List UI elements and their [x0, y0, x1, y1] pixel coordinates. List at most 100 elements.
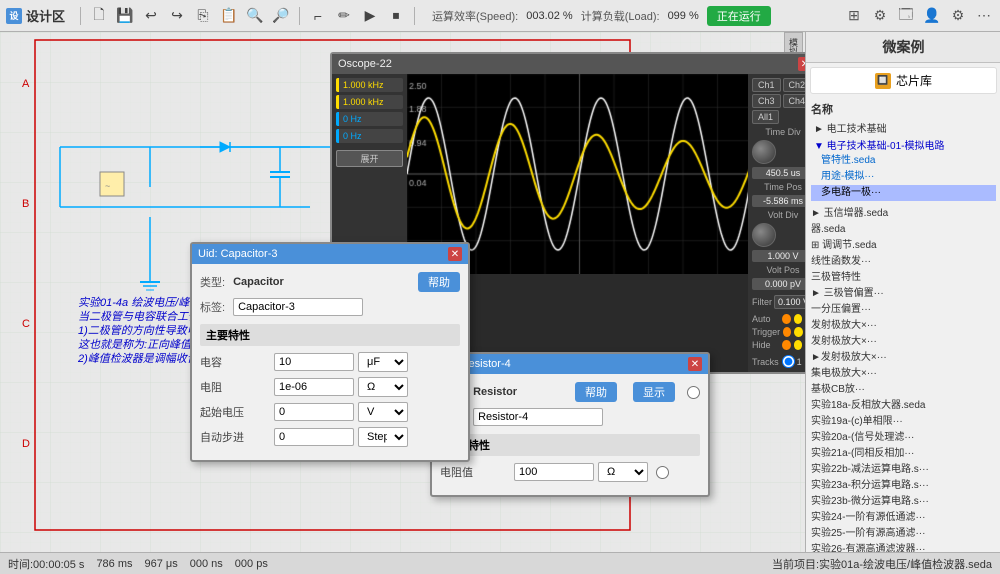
res-resistance-input[interactable] [514, 463, 594, 481]
auto-dot2[interactable] [794, 314, 803, 324]
cap-resistance-unit[interactable]: Ω [358, 377, 408, 397]
run-btn[interactable]: ▶ [359, 5, 381, 27]
mc-item-18[interactable]: 实验23b-微分运算电路.s··· [808, 494, 999, 510]
mc-item-11[interactable]: 基极CB放··· [808, 382, 999, 398]
res-resistance-unit[interactable]: Ω [598, 462, 648, 482]
new-btn[interactable]: 🗋 [88, 5, 110, 27]
running-btn[interactable]: 正在运行 [707, 6, 771, 26]
volt-div-knob[interactable] [752, 223, 776, 247]
mc-list-area: ► 玉信增器.seda 器.seda ⊞ 调调节.seda 线性函数发··· 三… [806, 204, 1000, 552]
ch4-display: 0 Hz [336, 129, 403, 143]
ch3-display: 0 Hz [336, 112, 403, 126]
mc-item-4[interactable]: 三极管特性 [808, 270, 999, 286]
gear-icon-btn[interactable]: ⚙ [948, 6, 968, 26]
stop-btn[interactable]: ⏹ [385, 5, 407, 27]
res-help-btn[interactable]: 帮助 [575, 382, 617, 402]
more-icon-btn[interactable]: ⋯ [974, 6, 994, 26]
auto-row: Auto [752, 314, 805, 324]
chip-lib-icon: 🔲 [875, 73, 891, 89]
auto-dot1[interactable] [782, 314, 791, 324]
cap-dialog-titlebar[interactable]: Uid: Capacitor-3 ✕ [192, 244, 468, 264]
all1-tab[interactable]: All1 [752, 110, 779, 124]
speed-value: 003.02 % [526, 10, 572, 22]
statusbar-time: 时间:00:00:05 s [8, 556, 84, 572]
redo-btn[interactable]: ↪ [166, 5, 188, 27]
res-display-radio[interactable] [687, 386, 700, 399]
mc-tree-analog[interactable]: ▼ 电子技术基础-01-模拟电路 [811, 136, 996, 153]
trigger-row: Trigger [752, 327, 805, 337]
trigger-dot2[interactable] [794, 327, 802, 337]
cap-dialog-close[interactable]: ✕ [448, 247, 462, 261]
mc-item-12[interactable]: 实验18a-反相放大器.seda [808, 398, 999, 414]
ch3-tab[interactable]: Ch3 [752, 94, 781, 108]
trigger-dot1[interactable] [783, 327, 791, 337]
component-btn[interactable]: ✏ [333, 5, 355, 27]
ch1-tab[interactable]: Ch1 [752, 78, 781, 92]
undo-btn[interactable]: ↩ [140, 5, 162, 27]
mc-item-20[interactable]: 实验25-一阶有源高通滤··· [808, 526, 999, 542]
mc-item-1[interactable]: 器.seda [808, 222, 999, 238]
cap-init-voltage-input[interactable] [274, 403, 354, 421]
ch1-freq: 1.000 kHz [343, 80, 384, 90]
mc-item-21[interactable]: 实验26-有源高通滤波器··· [808, 542, 999, 552]
mc-item-0[interactable]: ► 玉信增器.seda [808, 206, 999, 222]
res-display-btn[interactable]: 显示 [633, 382, 675, 402]
oscope-titlebar[interactable]: Oscope-22 ✕ [332, 54, 805, 74]
mc-item-6[interactable]: 一分压偏置··· [808, 302, 999, 318]
filter-input[interactable] [774, 295, 805, 309]
cap-auto-step-input[interactable] [274, 428, 354, 446]
chip-lib-item[interactable]: 🔲 芯片库 [810, 67, 997, 94]
mc-item-7[interactable]: 发射极放大×··· [808, 318, 999, 334]
cap-help-btn[interactable]: 帮助 [418, 272, 460, 292]
mc-item-10[interactable]: 集电极放大×··· [808, 366, 999, 382]
ch4-tab[interactable]: Ch4 [783, 94, 805, 108]
mc-item-19[interactable]: 实验24-一阶有源低通滤··· [808, 510, 999, 526]
mc-item-8[interactable]: 发射极放大×··· [808, 334, 999, 350]
expand-btn[interactable]: 展开 [336, 150, 403, 167]
ch2-tab[interactable]: Ch2 [783, 78, 805, 92]
paste-btn[interactable]: 📋 [218, 5, 240, 27]
cap-auto-step-unit[interactable]: Steps [358, 427, 408, 447]
volt-div-value: 1.000 V [752, 250, 805, 262]
cap-label-input[interactable] [233, 298, 363, 316]
res-label-row: 标签: [440, 408, 700, 426]
res-dialog-titlebar[interactable]: Uid: Resistor-4 ✕ [432, 354, 708, 374]
mc-item-16[interactable]: 实验22b-减法运算电路.s··· [808, 462, 999, 478]
mc-item-15[interactable]: 实验21a-(同相反相加··· [808, 446, 999, 462]
res-resistance-radio[interactable] [656, 466, 669, 479]
mc-item-13[interactable]: 实验19a-(c)单相限··· [808, 414, 999, 430]
cap-resistance-input[interactable] [274, 378, 354, 396]
window-icon-btn[interactable]: 🗔 [896, 6, 916, 26]
hide-dot1[interactable] [782, 340, 791, 350]
res-label-input[interactable] [473, 408, 603, 426]
mc-item-17[interactable]: 实验23a-积分运算电路.s··· [808, 478, 999, 494]
cap-init-voltage-unit[interactable]: V [358, 402, 408, 422]
mc-tree-item-3[interactable]: 多电路一极··· [811, 185, 996, 201]
save-btn[interactable]: 💾 [114, 5, 136, 27]
wire-btn[interactable]: ⌐ [307, 5, 329, 27]
auto-label: Auto [752, 314, 779, 324]
copy-btn[interactable]: ⎘ [192, 5, 214, 27]
mc-tree-item-1[interactable]: 管特性.seda [811, 153, 996, 169]
user-icon-btn[interactable]: 👤 [922, 6, 942, 26]
schematic-canvas[interactable]: A B C D A [0, 32, 805, 552]
time-div-knob[interactable] [752, 140, 776, 164]
settings-icon-btn[interactable]: ⚙ [870, 6, 890, 26]
mc-item-9[interactable]: ►发射极放大×··· [808, 350, 999, 366]
ch4-freq: 0 Hz [343, 131, 362, 141]
zoom-in-btn[interactable]: 🔍 [244, 5, 266, 27]
mc-tree-item-2[interactable]: 用途-模拟··· [811, 169, 996, 185]
tracks-radio-1[interactable]: 1 [782, 355, 802, 368]
hide-dot2[interactable] [794, 340, 803, 350]
cap-capacitance-input[interactable] [274, 353, 354, 371]
mc-item-2[interactable]: ⊞ 调调节.seda [808, 238, 999, 254]
zoom-out-btn[interactable]: 🔎 [270, 5, 292, 27]
res-dialog-close[interactable]: ✕ [688, 357, 702, 371]
mc-item-3[interactable]: 线性函数发··· [808, 254, 999, 270]
cap-capacitance-unit[interactable]: μF [358, 352, 408, 372]
mc-item-5[interactable]: ► 三极管偏置··· [808, 286, 999, 302]
grid-icon-btn[interactable]: ⊞ [844, 6, 864, 26]
oscope-close-btn[interactable]: ✕ [798, 57, 805, 71]
mc-tree-elec-basic[interactable]: ► 电工技术基础 [811, 119, 996, 136]
mc-item-14[interactable]: 实验20a-(信号处理滤··· [808, 430, 999, 446]
